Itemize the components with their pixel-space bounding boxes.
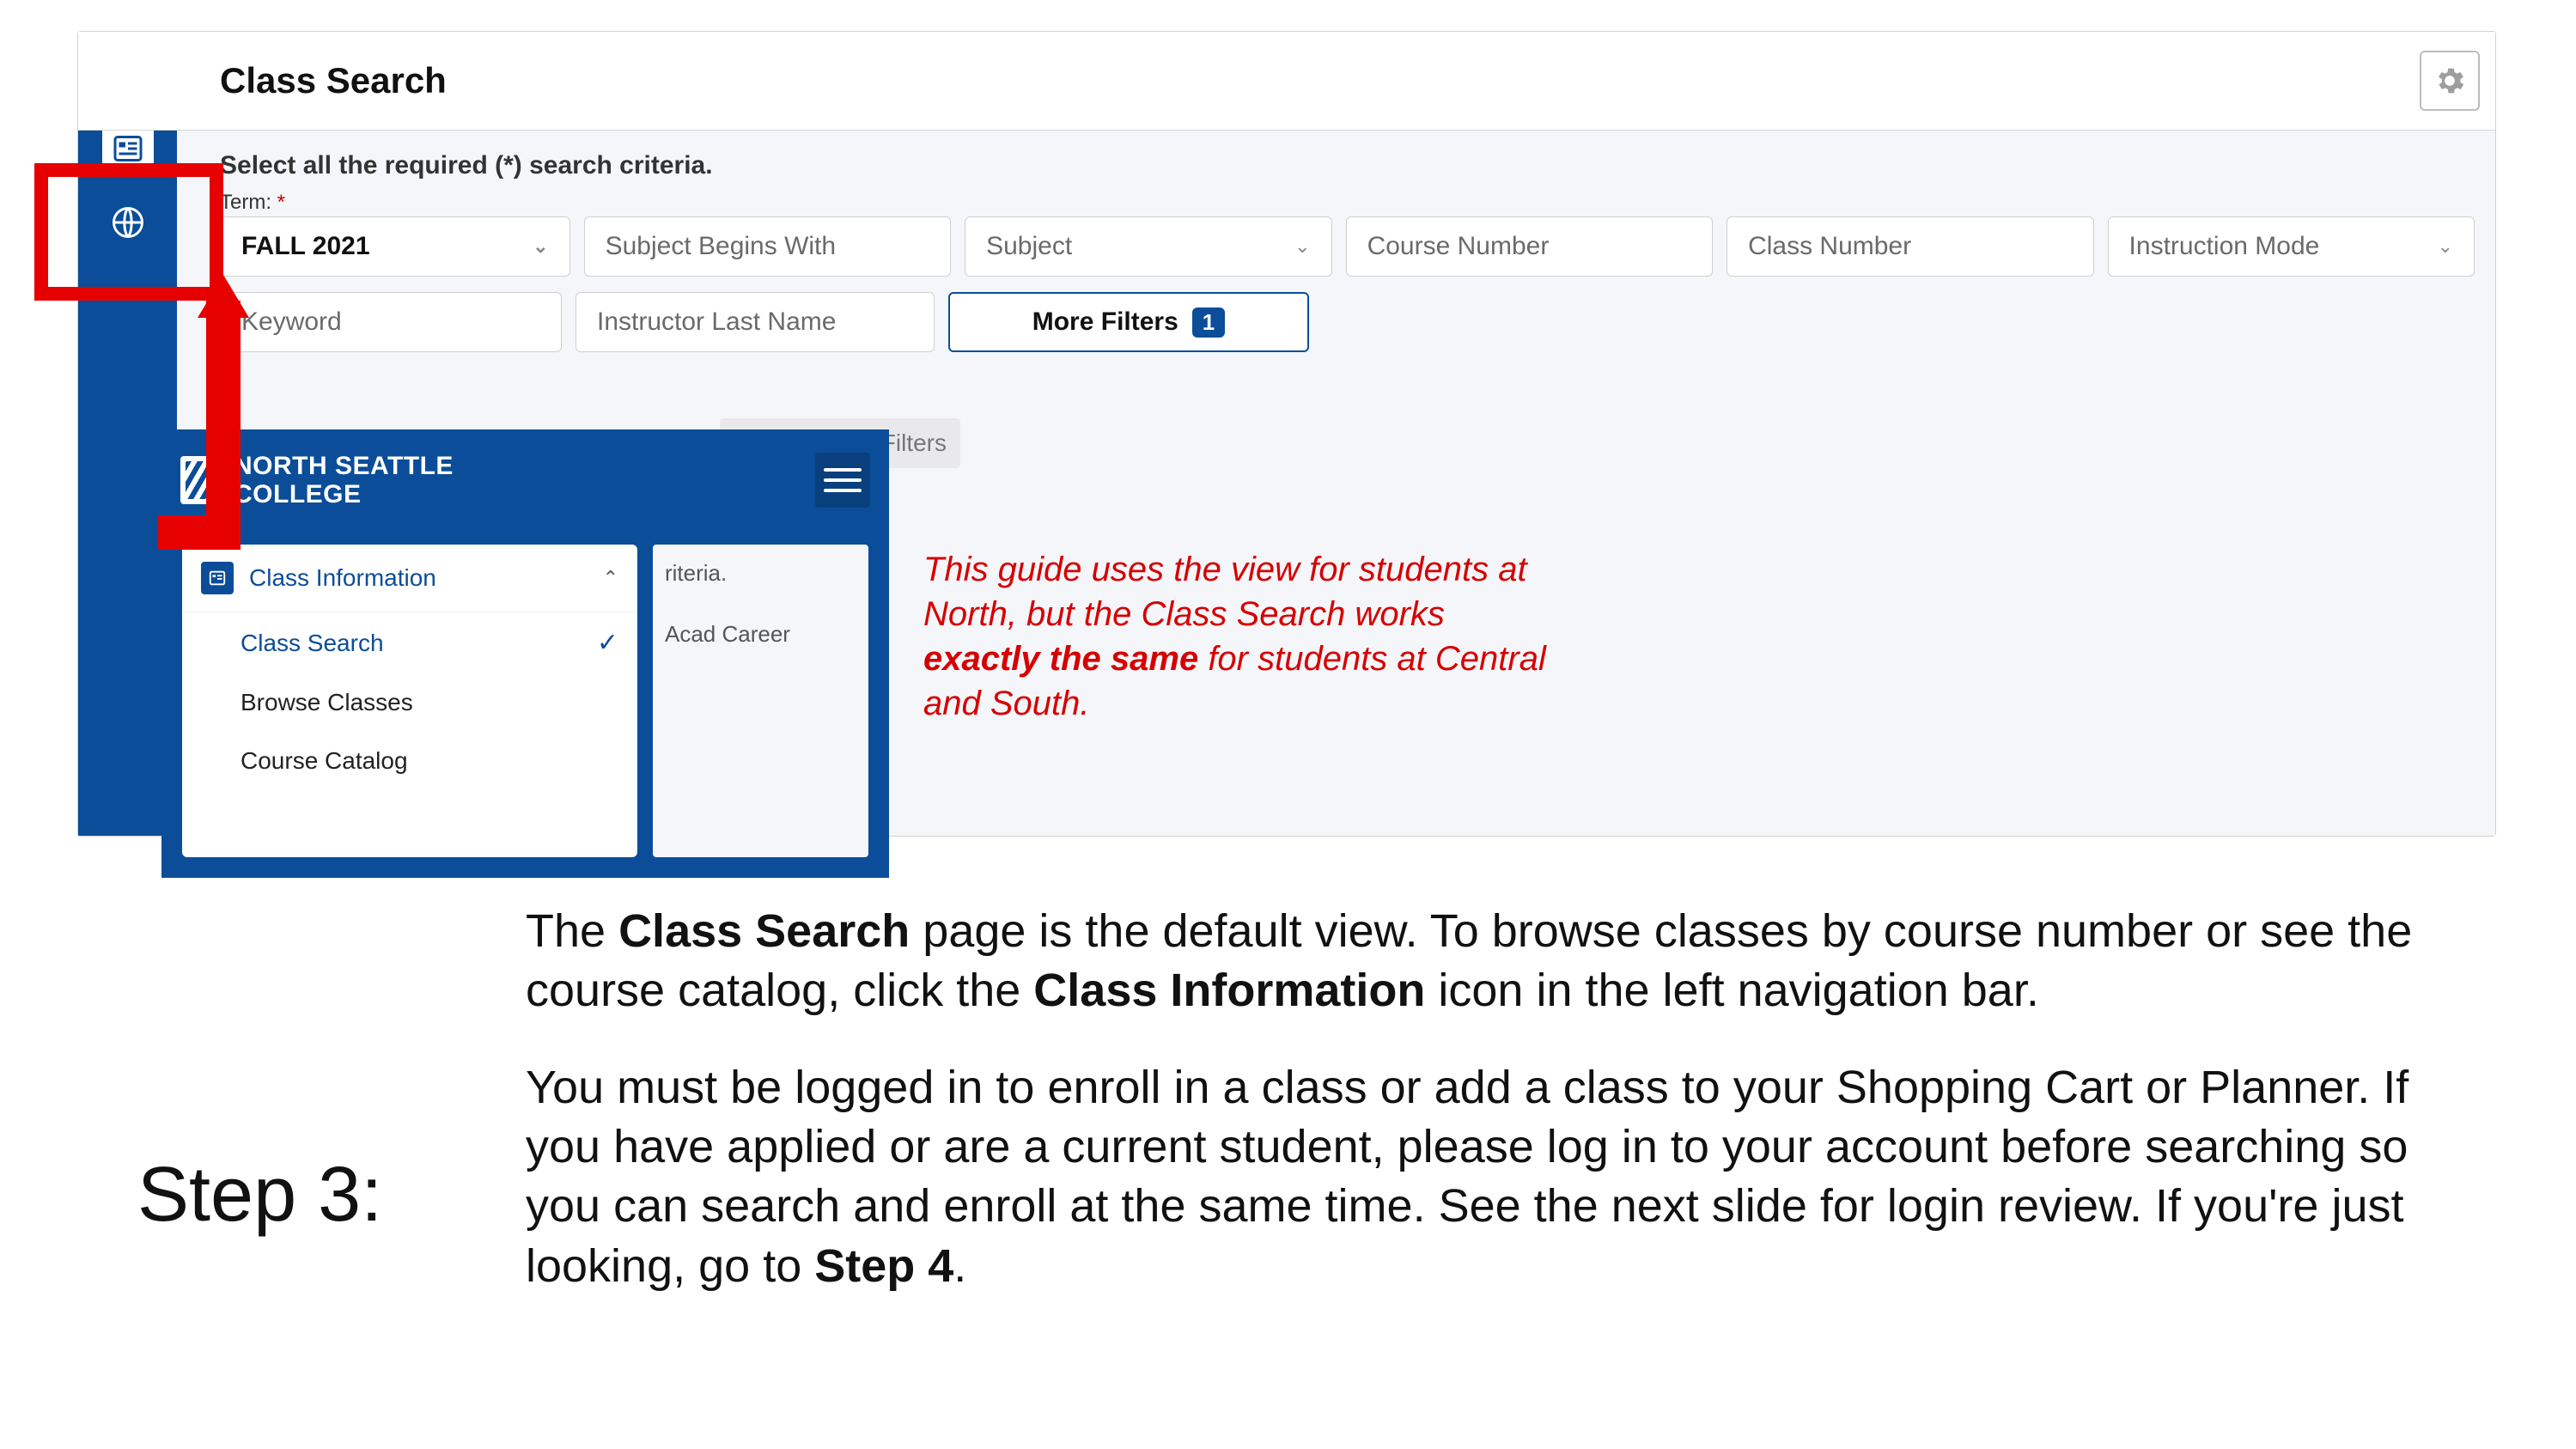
more-filters-count-badge: 1: [1192, 307, 1225, 338]
term-select[interactable]: FALL 2021 ⌄: [220, 216, 570, 277]
required-marker: *: [277, 191, 285, 214]
popout-header: NORTH SEATTLE COLLEGE: [165, 433, 886, 527]
step-paragraph-1: The Class Search page is the default vie…: [526, 902, 2433, 1020]
popout-menu-header[interactable]: Class Information ⌃: [182, 545, 637, 612]
popout-right-acad-text: Acad Career: [665, 621, 856, 648]
page-title: Class Search: [220, 60, 447, 101]
nav-popout-panel: NORTH SEATTLE COLLEGE Class Information …: [161, 429, 889, 878]
step-label: Step 3:: [137, 1151, 382, 1239]
college-name-line2: COLLEGE: [234, 480, 362, 508]
college-name-line1: NORTH SEATTLE: [234, 452, 454, 480]
popout-menu-item-course-catalog[interactable]: Course Catalog: [182, 732, 637, 790]
globe-icon-button[interactable]: [109, 204, 147, 246]
filter-row-1: FALL 2021 ⌄ Subject Begins With Subject …: [220, 216, 2475, 277]
subject-select[interactable]: Subject ⌄: [965, 216, 1331, 277]
popout-menu-item-browse-classes[interactable]: Browse Classes: [182, 673, 637, 732]
guide-note-line4: and South.: [923, 685, 1090, 722]
popout-menu-item-label: Browse Classes: [241, 689, 413, 716]
popout-menu-item-class-search[interactable]: Class Search ✓: [182, 612, 637, 673]
check-icon: ✓: [597, 628, 618, 658]
college-logo: [180, 456, 223, 504]
chevron-down-icon: ⌄: [2438, 235, 2453, 258]
course-number-input[interactable]: Course Number: [1346, 216, 1713, 277]
keyword-placeholder: Keyword: [241, 307, 342, 337]
popout-menu: Class Information ⌃ Class Search ✓ Brows…: [182, 545, 637, 857]
popout-menu-item-label: Course Catalog: [241, 747, 408, 775]
term-label-text: Term:: [220, 191, 271, 214]
guide-note-line3-rest: for students at Central: [1198, 640, 1546, 678]
gear-icon: [2433, 64, 2467, 98]
college-name: NORTH SEATTLE COLLEGE: [234, 452, 454, 508]
class-info-icon: [113, 133, 143, 164]
class-number-input[interactable]: Class Number: [1726, 216, 2093, 277]
hamburger-icon: [824, 478, 862, 482]
search-instruction-text: Select all the required (*) search crite…: [220, 151, 2475, 180]
globe-icon: [109, 204, 147, 241]
guide-note-line1: This guide uses the view for students at: [923, 551, 1527, 588]
chevron-down-icon: ⌄: [533, 235, 548, 258]
keyword-input[interactable]: Keyword: [220, 292, 562, 352]
instructor-last-name-placeholder: Instructor Last Name: [597, 307, 836, 337]
guide-note: This guide uses the view for students at…: [923, 547, 1714, 726]
instructor-last-name-input[interactable]: Instructor Last Name: [575, 292, 935, 352]
step-paragraph-2: You must be logged in to enroll in a cla…: [526, 1058, 2433, 1295]
guide-note-line2: North, but the Class Search works: [923, 595, 1445, 633]
header-bar: Class Search: [78, 32, 2495, 131]
step-body: The Class Search page is the default vie…: [526, 902, 2433, 1296]
course-number-placeholder: Course Number: [1367, 232, 1550, 261]
popout-menu-item-label: Class Search: [241, 630, 384, 657]
settings-button[interactable]: [2420, 51, 2480, 111]
class-number-placeholder: Class Number: [1748, 232, 1911, 261]
popout-right-criteria-text: riteria.: [665, 560, 856, 587]
popout-body: Class Information ⌃ Class Search ✓ Brows…: [165, 527, 886, 874]
chevron-up-icon: ⌃: [603, 567, 618, 589]
more-filters-button[interactable]: More Filters 1: [948, 292, 1309, 352]
subject-begins-with-placeholder: Subject Begins With: [606, 232, 836, 261]
class-info-icon-small: [201, 562, 234, 594]
subject-placeholder: Subject: [986, 232, 1072, 261]
guide-note-line3-bold: exactly the same: [923, 640, 1198, 678]
class-information-icon-button[interactable]: [102, 123, 154, 174]
term-value: FALL 2021: [241, 232, 370, 261]
popout-menu-header-label: Class Information: [249, 564, 436, 592]
popout-right-panel: riteria. Acad Career: [653, 545, 868, 857]
subject-begins-with-input[interactable]: Subject Begins With: [584, 216, 951, 277]
term-label: Term: *: [220, 191, 2475, 215]
more-filters-label: More Filters: [1032, 307, 1178, 337]
filter-row-2: Keyword Instructor Last Name More Filter…: [220, 292, 2475, 352]
popout-hamburger-button[interactable]: [815, 453, 870, 508]
instruction-mode-placeholder: Instruction Mode: [2129, 232, 2320, 261]
instruction-mode-select[interactable]: Instruction Mode ⌄: [2108, 216, 2475, 277]
chevron-down-icon: ⌄: [1294, 235, 1310, 258]
